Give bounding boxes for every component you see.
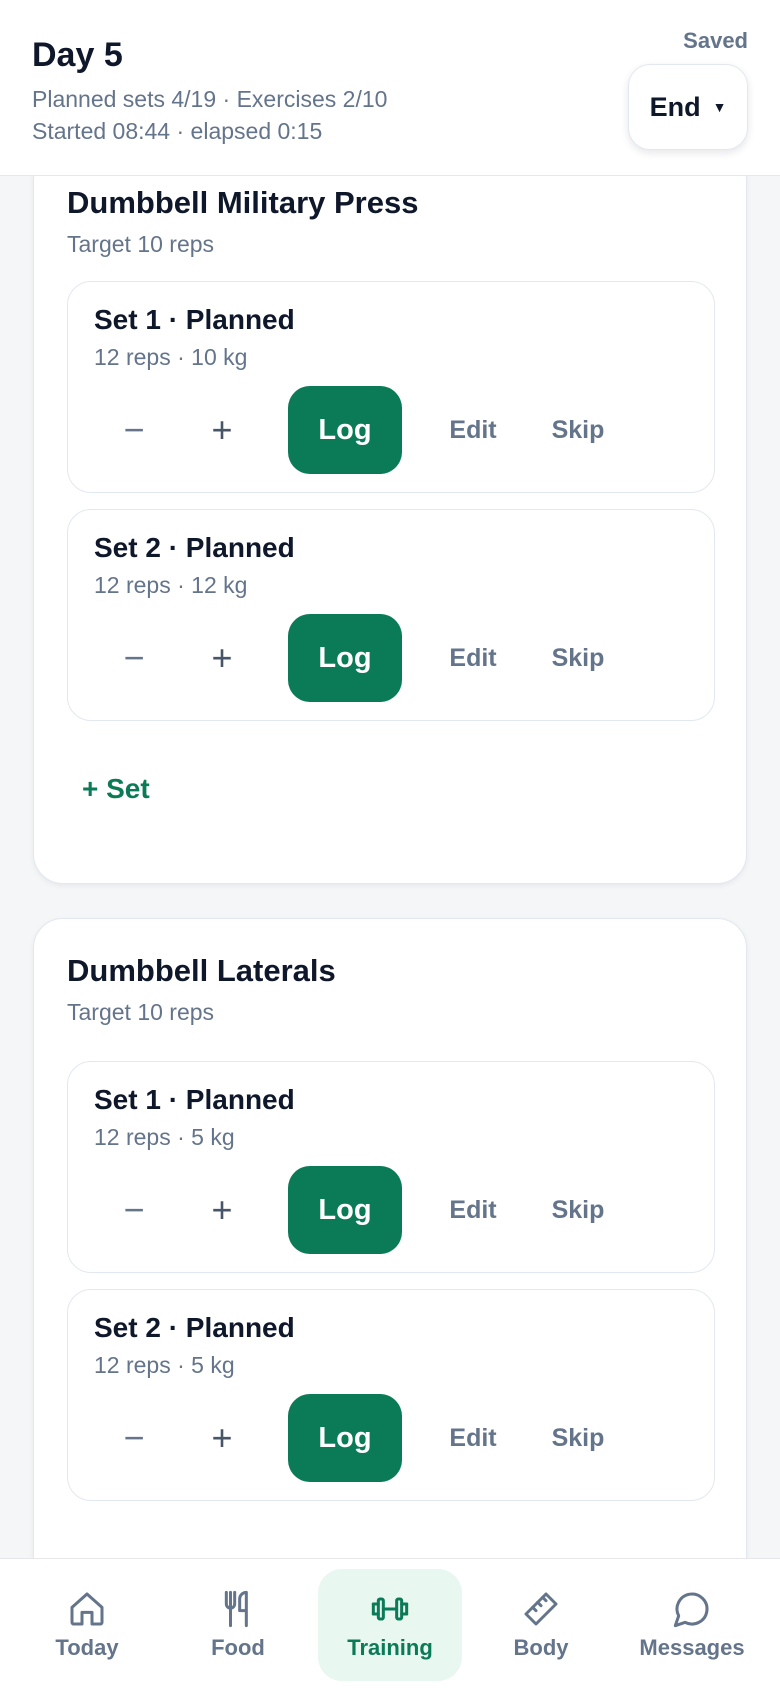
nav-training[interactable]: Training <box>318 1569 462 1681</box>
fork-knife-icon <box>224 1590 248 1628</box>
page-title: Day 5 <box>32 36 123 74</box>
workout-content[interactable]: Dumbbell Military Press Target 10 reps S… <box>0 0 780 1560</box>
set-title: Set 2 · Planned <box>94 1312 295 1343</box>
exercise-target: Target 10 reps <box>67 999 215 1025</box>
nav-label: Body <box>513 1635 569 1660</box>
set-title: Set 2 · Planned <box>94 532 295 563</box>
end-label: End <box>649 91 701 122</box>
set-detail: 12 reps · 10 kg <box>94 344 248 370</box>
increase-button[interactable]: + <box>192 1394 252 1482</box>
log-button[interactable]: Log <box>288 614 402 702</box>
increase-button[interactable]: + <box>192 614 252 702</box>
nav-label: Training <box>347 1635 433 1660</box>
decrease-button[interactable]: − <box>104 1394 164 1482</box>
exercise-title: Dumbbell Laterals <box>67 953 336 988</box>
increase-button[interactable]: + <box>192 1166 252 1254</box>
set-title: Set 1 · Planned <box>94 1084 295 1115</box>
log-button[interactable]: Log <box>288 1166 402 1254</box>
edit-button[interactable]: Edit <box>418 614 528 702</box>
caret-down-icon: ▼ <box>712 99 727 115</box>
increase-button[interactable]: + <box>192 386 252 474</box>
dumbbell-icon <box>371 1597 409 1621</box>
ruler-icon <box>524 1592 558 1626</box>
skip-button[interactable]: Skip <box>523 614 633 702</box>
set-row: Set 1 · Planned 12 reps · 5 kg − + Log E… <box>67 1061 715 1273</box>
nav-food[interactable]: Food <box>166 1569 310 1681</box>
skip-button[interactable]: Skip <box>523 1394 633 1482</box>
nav-label: Food <box>211 1635 265 1660</box>
skip-button[interactable]: Skip <box>523 1166 633 1254</box>
exercise-card: Dumbbell Military Press Target 10 reps S… <box>33 150 747 884</box>
edit-button[interactable]: Edit <box>418 386 528 474</box>
exercise-title: Dumbbell Military Press <box>67 185 419 220</box>
set-detail: 12 reps · 5 kg <box>94 1124 235 1150</box>
set-row: Set 2 · Planned 12 reps · 5 kg − + Log E… <box>67 1289 715 1501</box>
home-icon <box>70 1592 104 1626</box>
planned-progress: Planned sets 4/19 · Exercises 2/10 <box>32 86 388 112</box>
nav-today[interactable]: Today <box>15 1569 159 1681</box>
exercise-card: Dumbbell Laterals Target 10 reps Set 1 ·… <box>33 918 747 1560</box>
add-set-button[interactable]: + Set <box>82 773 150 805</box>
session-header: Day 5 Planned sets 4/19 · Exercises 2/10… <box>0 0 780 176</box>
nav-body[interactable]: Body <box>469 1569 613 1681</box>
bottom-nav: Today Food Training Body Messages <box>0 1558 780 1688</box>
edit-button[interactable]: Edit <box>418 1166 528 1254</box>
end-session-button[interactable]: End ▼ <box>628 64 748 150</box>
nav-messages[interactable]: Messages <box>620 1569 764 1681</box>
edit-button[interactable]: Edit <box>418 1394 528 1482</box>
decrease-button[interactable]: − <box>104 1166 164 1254</box>
nav-label: Today <box>55 1635 119 1660</box>
set-detail: 12 reps · 5 kg <box>94 1352 235 1378</box>
set-title: Set 1 · Planned <box>94 304 295 335</box>
chat-bubble-icon <box>673 1592 709 1628</box>
set-detail: 12 reps · 12 kg <box>94 572 248 598</box>
save-status: Saved <box>683 28 748 53</box>
exercise-target: Target 10 reps <box>67 231 215 257</box>
skip-button[interactable]: Skip <box>523 386 633 474</box>
decrease-button[interactable]: − <box>104 614 164 702</box>
set-row: Set 2 · Planned 12 reps · 12 kg − + Log … <box>67 509 715 721</box>
nav-label: Messages <box>639 1635 745 1660</box>
session-timer: Started 08:44 · elapsed 0:15 <box>32 118 323 144</box>
log-button[interactable]: Log <box>288 386 402 474</box>
log-button[interactable]: Log <box>288 1394 402 1482</box>
decrease-button[interactable]: − <box>104 386 164 474</box>
set-row: Set 1 · Planned 12 reps · 10 kg − + Log … <box>67 281 715 493</box>
